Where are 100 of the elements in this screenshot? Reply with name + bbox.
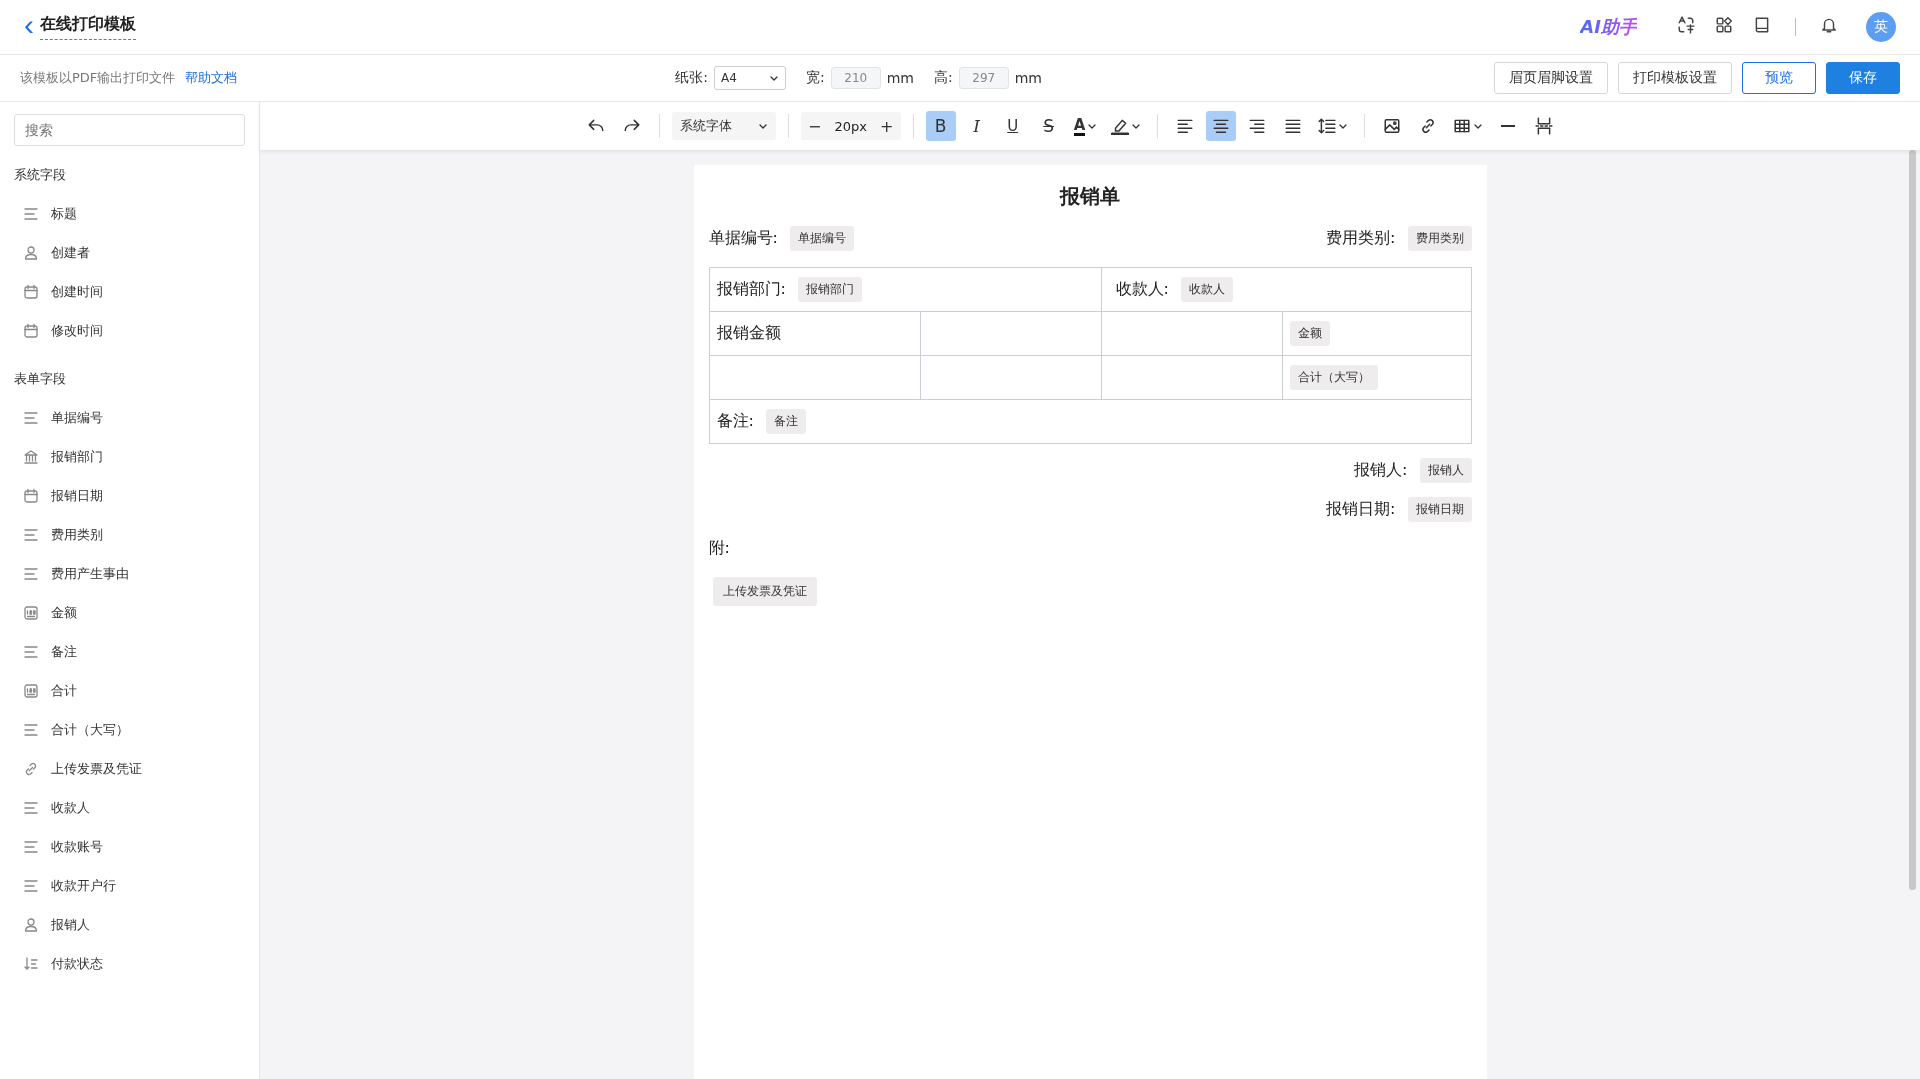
field-item[interactable]: 单据编号 xyxy=(14,398,245,437)
width-unit: mm xyxy=(886,70,914,86)
paper-select[interactable]: A4 xyxy=(714,66,786,90)
table-icon xyxy=(1453,117,1472,135)
field-item[interactable]: 报销人 xyxy=(14,905,245,944)
document-title: 报销单 xyxy=(1058,183,1121,210)
field-item[interactable]: 付款状态 xyxy=(14,944,245,983)
field-item[interactable]: 备注 xyxy=(14,632,245,671)
font-size-value: 20px xyxy=(833,118,868,134)
align-left-icon xyxy=(1176,117,1195,135)
attachment-label: 附: xyxy=(708,538,731,559)
font-color-button[interactable]: A xyxy=(1069,111,1102,141)
action-button[interactable]: 眉页眉脚设置 xyxy=(1494,62,1608,94)
increase-button[interactable]: + xyxy=(872,115,901,137)
highlighter-icon xyxy=(1111,117,1130,135)
lines-icon xyxy=(23,877,39,894)
width-label: 宽: xyxy=(806,69,825,87)
field-item[interactable]: 费用类别 xyxy=(14,515,245,554)
calendar-icon xyxy=(23,283,39,300)
field-tag[interactable]: 费用类别 xyxy=(1407,226,1472,251)
section-heading: 表单字段 xyxy=(14,370,67,388)
field-tag[interactable]: 报销人 xyxy=(1419,458,1472,483)
field-label: 报销日期: xyxy=(1326,499,1396,520)
font-select[interactable]: 系统字体 xyxy=(671,112,776,140)
field-item[interactable]: 修改时间 xyxy=(14,311,245,350)
field-tag[interactable]: 备注 xyxy=(765,409,806,434)
field-item[interactable]: 合计 xyxy=(14,671,245,710)
align-center-button[interactable] xyxy=(1206,111,1237,141)
field-item[interactable]: 收款账号 xyxy=(14,827,245,866)
field-tag[interactable]: 报销日期 xyxy=(1407,497,1472,522)
action-button[interactable]: 预览 xyxy=(1742,62,1816,94)
field-item[interactable]: 上传发票及凭证 xyxy=(14,749,245,788)
field-tag[interactable]: 收款人 xyxy=(1180,277,1233,302)
height-unit: mm xyxy=(1014,70,1042,86)
person-icon xyxy=(23,916,39,933)
number-field-icon xyxy=(23,682,39,699)
lines-icon xyxy=(23,721,39,738)
translate-icon xyxy=(1677,16,1695,34)
field-label: 报销部门: xyxy=(716,279,786,300)
field-tag[interactable]: 上传发票及凭证 xyxy=(712,577,817,606)
paper-label: 纸张: xyxy=(675,69,708,87)
field-label: 单据编号: xyxy=(708,228,778,249)
action-button[interactable]: 保存 xyxy=(1826,62,1900,94)
strikethrough-button[interactable]: S xyxy=(1033,111,1064,141)
field-label: 报销金额 xyxy=(716,323,781,344)
bank-icon xyxy=(23,448,39,465)
ai-assistant-link[interactable]: AI助手 xyxy=(1580,15,1637,39)
page-title: 在线打印模板 xyxy=(40,14,136,40)
field-label: 备注: xyxy=(716,411,754,432)
underline-button[interactable]: U xyxy=(997,111,1028,141)
lines-icon xyxy=(23,643,39,660)
field-label: 收款人: xyxy=(1115,279,1169,300)
italic-button[interactable]: I xyxy=(961,111,992,141)
field-tag[interactable]: 单据编号 xyxy=(789,226,854,251)
field-label: 费用类别: xyxy=(1326,228,1396,249)
scrollbar[interactable] xyxy=(1909,150,1916,890)
lines-icon xyxy=(23,205,39,222)
calendar-icon xyxy=(23,322,39,339)
field-tag[interactable]: 合计（大写） xyxy=(1289,365,1378,390)
calendar-icon xyxy=(23,487,39,504)
field-item[interactable]: 报销日期 xyxy=(14,476,245,515)
image-icon xyxy=(1383,117,1402,135)
horizontal-rule-icon xyxy=(1500,125,1517,127)
back-button[interactable]: ‹ xyxy=(24,10,40,44)
book-icon xyxy=(1753,16,1771,34)
field-item[interactable]: 创建时间 xyxy=(14,272,245,311)
lines-icon xyxy=(23,565,39,582)
lines-icon xyxy=(23,526,39,543)
field-tag[interactable]: 报销部门 xyxy=(797,277,862,302)
apps-icon xyxy=(1715,16,1733,34)
number-field-icon xyxy=(23,604,39,621)
height-label: 高: xyxy=(934,69,953,87)
decrease-button[interactable]: − xyxy=(800,115,829,137)
link-icon xyxy=(23,760,39,777)
justify-icon xyxy=(1284,117,1303,135)
field-tag[interactable]: 金额 xyxy=(1289,321,1330,346)
help-link[interactable]: 帮助文档 xyxy=(185,69,238,87)
person-icon xyxy=(23,244,39,261)
field-item[interactable]: 合计（大写） xyxy=(14,710,245,749)
field-item[interactable]: 报销部门 xyxy=(14,437,245,476)
field-item[interactable]: 创建者 xyxy=(14,233,245,272)
field-item[interactable]: 费用产生事由 xyxy=(14,554,245,593)
lines-icon xyxy=(23,838,39,855)
field-item[interactable]: 标题 xyxy=(14,194,245,233)
lines-icon xyxy=(23,799,39,816)
bold-button[interactable]: B xyxy=(925,111,956,141)
align-center-icon xyxy=(1212,117,1231,135)
align-right-icon xyxy=(1248,117,1267,135)
field-item[interactable]: 收款开户行 xyxy=(14,866,245,905)
action-button[interactable]: 打印模板设置 xyxy=(1618,62,1732,94)
field-item[interactable]: 收款人 xyxy=(14,788,245,827)
lines-icon xyxy=(23,409,39,426)
search-field[interactable]: 搜索 xyxy=(14,114,245,146)
bell-icon xyxy=(1820,16,1838,34)
line-height-icon xyxy=(1318,117,1337,135)
template-hint: 该模板以PDF输出打印文件 xyxy=(20,69,176,87)
field-item[interactable]: 金额 xyxy=(14,593,245,632)
field-label: 报销人: xyxy=(1354,460,1408,481)
page-break-icon xyxy=(1535,117,1554,135)
sort-icon xyxy=(23,955,39,972)
